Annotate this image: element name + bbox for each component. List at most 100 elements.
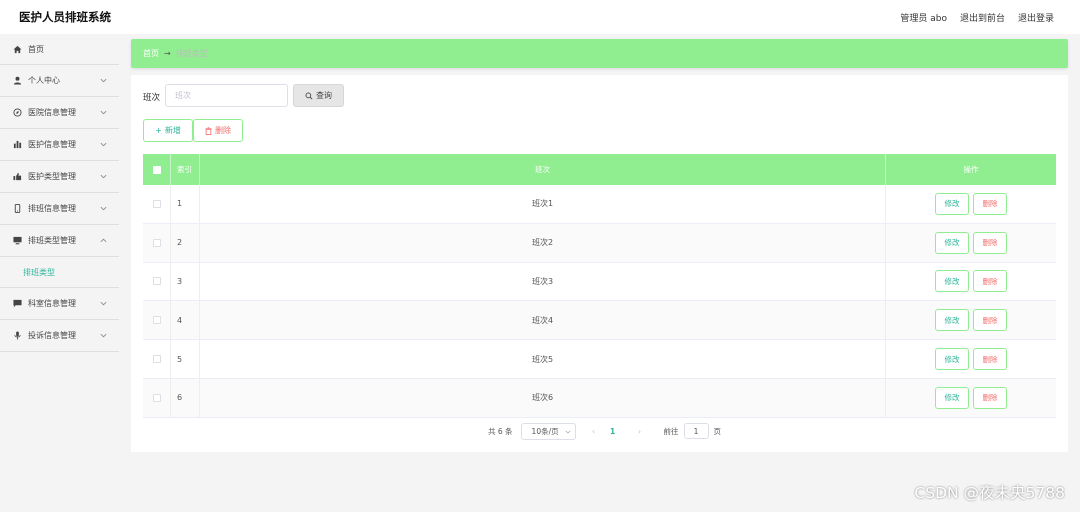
delete-button[interactable]: 删除 — [973, 192, 1007, 215]
chevron-down-icon — [100, 205, 107, 212]
add-button[interactable]: + 新增 — [143, 119, 193, 142]
mic-icon — [13, 331, 22, 340]
chevron-down-icon — [100, 141, 107, 148]
sidebar-item-label: 医护信息管理 — [28, 140, 76, 149]
phone-icon — [13, 204, 22, 213]
admin-user-label[interactable]: 管理员 abo — [900, 11, 947, 24]
sidebar-item-label: 医护类型管理 — [28, 172, 76, 181]
sidebar-item-label: 排班信息管理 — [28, 204, 76, 213]
breadcrumb-home-link[interactable]: 首页 — [143, 48, 159, 59]
sidebar-item-label: 排班类型管理 — [28, 236, 76, 245]
batch-delete-button[interactable]: 删除 — [193, 119, 243, 142]
table-row: 5 班次5 修改 删除 — [143, 340, 1056, 379]
monitor-icon — [13, 236, 22, 245]
table-row: 4 班次4 修改 删除 — [143, 301, 1056, 341]
data-table: 索引 班次 操作 1 班次1 修改 删除 2 班次2 修改 删除 3 班次3 修改删… — [143, 154, 1056, 418]
row-checkbox[interactable] — [152, 238, 161, 247]
next-page-button[interactable]: › — [630, 427, 650, 436]
query-button-label: 查询 — [316, 91, 332, 100]
sidebar-item-label: 医院信息管理 — [28, 108, 76, 117]
page-number-current[interactable]: 1 — [604, 427, 622, 436]
chevron-up-icon — [100, 237, 107, 244]
table-row: 2 班次2 修改 删除 — [143, 223, 1056, 263]
search-label: 班次 — [143, 93, 161, 103]
header-checkbox-cell — [143, 154, 171, 185]
row-checkbox[interactable] — [152, 355, 161, 364]
table-row: 1 班次1 修改 删除 — [143, 185, 1056, 224]
edit-button[interactable]: 修改 — [935, 348, 969, 371]
add-button-label: 新增 — [164, 126, 181, 135]
sidebar-item-schedule-type[interactable]: 排班类型管理 — [0, 225, 119, 257]
breadcrumb-current: 排班类型 — [175, 49, 208, 58]
compass-icon — [13, 108, 22, 117]
trash-icon — [205, 126, 212, 135]
sidebar-item-staff[interactable]: 医护信息管理 — [0, 129, 119, 161]
watermark: CSDN @夜未央5788 — [914, 484, 1065, 502]
app-title: 医护人员排班系统 — [19, 10, 111, 24]
edit-button[interactable]: 修改 — [935, 386, 969, 409]
message-icon — [13, 299, 22, 308]
sidebar-item-department[interactable]: 科室信息管理 — [0, 288, 119, 320]
exit-to-front-link[interactable]: 退出到前台 — [960, 11, 1005, 24]
sidebar-item-schedule[interactable]: 排班信息管理 — [0, 193, 119, 225]
row-checkbox[interactable] — [152, 277, 161, 286]
row-name: 班次1 — [200, 185, 886, 223]
delete-button[interactable]: 删除 — [973, 309, 1007, 332]
query-button[interactable]: 查询 — [293, 84, 344, 107]
main-content: 首页 → 排班类型 班次 查询 + 新增 删除 索引 班次 操作 1 班次1 修… — [131, 37, 1068, 452]
chevron-down-icon — [100, 77, 107, 84]
page-size-select[interactable]: 10条/页 — [520, 422, 576, 440]
edit-button[interactable]: 修改 — [935, 270, 969, 293]
row-checkbox[interactable] — [152, 393, 161, 402]
chevron-down-icon — [100, 173, 107, 180]
pagination: 共 6 条 10条/页 ‹ 1 › 前往 页 — [488, 422, 721, 440]
top-nav: 管理员 abo 退出到前台 退出登录 — [900, 11, 1054, 24]
sidebar-item-complaint[interactable]: 投诉信息管理 — [0, 320, 119, 352]
row-name: 班次6 — [200, 378, 886, 417]
sidebar-item-label: 投诉信息管理 — [28, 331, 76, 340]
row-name: 班次3 — [200, 262, 886, 301]
sidebar-item-hospital[interactable]: 医院信息管理 — [0, 97, 119, 129]
sidebar-item-label: 科室信息管理 — [28, 299, 76, 308]
table-header: 索引 班次 操作 — [143, 154, 1056, 185]
logout-link[interactable]: 退出登录 — [1018, 11, 1054, 24]
row-index: 1 — [171, 185, 200, 223]
select-all-checkbox[interactable] — [152, 165, 161, 174]
page-suffix: 页 — [713, 426, 722, 436]
row-index: 4 — [171, 301, 200, 340]
row-index: 3 — [171, 262, 200, 301]
prev-page-button[interactable]: ‹ — [584, 427, 604, 436]
goto-page-input[interactable] — [683, 423, 709, 439]
chevron-down-icon — [100, 300, 107, 307]
row-checkbox[interactable] — [152, 316, 161, 325]
chart-icon — [13, 140, 22, 149]
sidebar: 首页 个人中心 医院信息管理 医护信息管理 医护类型管理 排班信息管理 排班类型… — [0, 34, 119, 512]
batch-delete-label: 删除 — [215, 126, 231, 135]
table-row: 6 班次6 修改 删除 — [143, 378, 1056, 418]
row-index: 2 — [171, 223, 200, 262]
delete-button[interactable]: 删除 — [973, 231, 1007, 254]
sidebar-item-staff-type[interactable]: 医护类型管理 — [0, 161, 119, 193]
search-icon — [305, 92, 313, 100]
delete-button[interactable]: 删除 — [973, 270, 1007, 293]
goto-label: 前往 — [663, 426, 679, 436]
row-checkbox[interactable] — [152, 199, 161, 208]
page-size-value: 10条/页 — [531, 426, 559, 436]
sidebar-item-home[interactable]: 首页 — [0, 34, 119, 65]
chevron-down-icon — [100, 109, 107, 116]
delete-button[interactable]: 删除 — [973, 348, 1007, 371]
table-row: 3 班次3 修改 删除 — [143, 262, 1056, 302]
breadcrumb-separator: → — [164, 49, 171, 58]
header-operation: 操作 — [963, 165, 979, 174]
edit-button[interactable]: 修改 — [935, 309, 969, 332]
sidebar-item-profile[interactable]: 个人中心 — [0, 65, 119, 97]
home-icon — [13, 45, 22, 54]
thumb-icon — [13, 172, 22, 181]
edit-button[interactable]: 修改 — [935, 231, 969, 254]
delete-button[interactable]: 删除 — [973, 386, 1007, 409]
header-name: 班次 — [200, 154, 886, 185]
sidebar-subitem-schedule-type[interactable]: 排班类型 — [0, 257, 119, 288]
sidebar-item-label: 个人中心 — [28, 76, 60, 85]
search-input[interactable] — [165, 84, 288, 107]
edit-button[interactable]: 修改 — [935, 192, 969, 215]
